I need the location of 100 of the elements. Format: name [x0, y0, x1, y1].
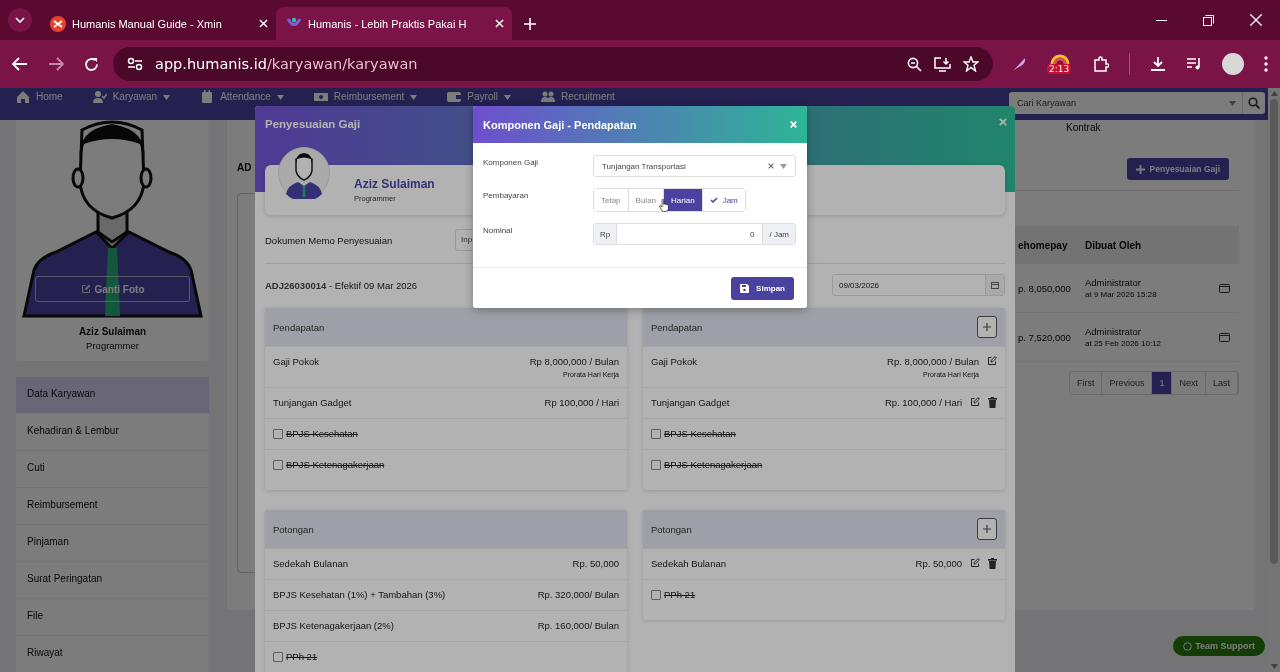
minimize-icon[interactable] [1156, 19, 1167, 21]
search-field[interactable]: Cari Karyawan [1009, 92, 1265, 114]
new-tab-icon[interactable] [524, 18, 536, 30]
team-support-button[interactable]: Team Support [1173, 636, 1265, 656]
hand-cursor-icon [659, 199, 670, 212]
table-cell-text: p. 8,050,000 [1018, 282, 1072, 294]
star-icon[interactable] [963, 56, 979, 72]
chat-icon [1183, 641, 1193, 651]
folder-icon[interactable] [1219, 283, 1230, 293]
edit-icon[interactable] [987, 356, 997, 366]
item-name: BPJS Ketenagakerjaan [664, 459, 763, 470]
nav-link[interactable]: Karyawan [92, 90, 171, 104]
amount-text: Rp. 160,000/ Bulan [537, 620, 619, 631]
add-button[interactable] [977, 518, 997, 540]
item-name: Sedekah Bulanan [651, 558, 726, 569]
checkbox[interactable] [273, 459, 283, 470]
close-icon[interactable] [1250, 14, 1262, 26]
edit-icon[interactable] [970, 397, 980, 407]
change-photo-button[interactable]: Ganti Foto [35, 276, 190, 302]
nav-icon [16, 90, 30, 104]
close-icon [259, 19, 268, 28]
caret-icon [1229, 100, 1236, 106]
edit-icon[interactable] [970, 558, 980, 568]
add-adjustment-button[interactable]: Penyesuaian Gaji [1126, 158, 1229, 180]
checkbox[interactable] [273, 428, 283, 439]
scrollbar[interactable] [1268, 88, 1280, 672]
sidebar-item[interactable]: Pinjaman [16, 525, 209, 562]
sidebar-item[interactable]: Cuti [16, 451, 209, 488]
column-header: ehomepay [1018, 239, 1069, 251]
sidebar-item[interactable]: File [16, 599, 209, 636]
sidebar-item[interactable]: Data Karyawan [16, 377, 209, 414]
segment-button[interactable]: Jam [701, 189, 745, 211]
timestamp: at 9 Mar 2026 15:28 [1085, 290, 1158, 299]
restore-icon[interactable] [1203, 14, 1214, 26]
browser-tab[interactable]: Humanis Manual Guide - Xmin [40, 7, 276, 40]
item-name: Gaji Pokok [651, 356, 697, 367]
save-icon [740, 284, 750, 293]
address-bar[interactable]: app.humanis.id/karyawan/karyawan [113, 47, 993, 81]
plus-icon [983, 323, 991, 331]
contract-tab[interactable]: Kontrak [1066, 120, 1101, 133]
add-button[interactable] [977, 316, 997, 338]
chevron-down-icon [15, 17, 25, 23]
zoom-icon[interactable] [907, 56, 922, 72]
caret-icon [780, 163, 787, 169]
date-field[interactable]: 09/03/2026 [832, 274, 1005, 296]
item-name: PPh 21 [286, 651, 318, 662]
checkbox[interactable] [651, 459, 661, 470]
sidebar-item[interactable]: Surat Peringatan [16, 562, 209, 599]
item-name: Sedekah Bulanan [273, 558, 348, 569]
nav-link[interactable]: Payroll [447, 90, 511, 104]
search-icon[interactable] [1248, 97, 1260, 109]
folder-icon[interactable] [1219, 332, 1230, 342]
employee-name: Aziz Sulaiman [77, 326, 148, 337]
amount-text: Rp. 50,000 [572, 558, 619, 569]
adjustment-summary: ADJ26030014 - Efektif 09 Mar 2026 [265, 279, 419, 291]
checkbox[interactable] [651, 589, 661, 600]
field-label: Pembayaran [483, 190, 530, 202]
item-name: Gaji Pokok [273, 356, 319, 367]
download-icon[interactable] [1150, 56, 1166, 72]
page-link[interactable]: First [1069, 372, 1103, 394]
nav-link[interactable]: Home [16, 90, 63, 104]
nav-link[interactable]: Attendance [200, 90, 284, 104]
site-info-icon[interactable] [127, 57, 143, 71]
browser-tab[interactable]: Humanis - Lebih Praktis Pakai H [276, 7, 512, 40]
section-title: Pendapatan [273, 321, 325, 333]
plus-icon [1135, 164, 1145, 174]
page-link[interactable]: Next [1172, 372, 1206, 394]
install-icon[interactable] [934, 56, 951, 72]
profile-avatar[interactable] [1222, 53, 1244, 75]
amount-text: Rp 8,000,000 / Bulan [529, 356, 619, 367]
delete-icon[interactable] [988, 397, 997, 408]
section-title: Pendapatan [651, 321, 703, 333]
tab-search-button[interactable] [8, 8, 32, 32]
reload-icon[interactable] [84, 56, 99, 72]
field-label: Dokumen Memo Penyesuaian [265, 234, 394, 246]
section-title: Potongan [273, 523, 314, 535]
record-heading: AD [237, 162, 252, 173]
puzzle-icon[interactable] [1093, 56, 1109, 72]
clear-icon[interactable] [768, 163, 774, 169]
back-icon[interactable] [12, 57, 28, 71]
sidebar-item[interactable]: Riwayat [16, 636, 209, 672]
feather-icon[interactable] [1011, 56, 1027, 72]
sidebar-item[interactable]: Kehadiran & Lembur [16, 414, 209, 451]
forward-icon[interactable] [48, 57, 64, 71]
sidebar-item[interactable]: Reimbursement [16, 488, 209, 525]
checkbox[interactable] [651, 428, 661, 439]
checkbox[interactable] [273, 651, 283, 662]
delete-icon[interactable] [988, 558, 997, 569]
check-icon [709, 197, 718, 203]
nav-link[interactable]: Reimbursement [313, 90, 418, 104]
save-button[interactable]: Simpan [731, 277, 794, 300]
timestamp: at 25 Feb 2026 10:12 [1085, 339, 1163, 348]
column-header: Dibuat Oleh [1085, 239, 1143, 251]
media-icon[interactable] [1186, 57, 1202, 71]
nav-link[interactable]: Recruitment [540, 90, 615, 104]
page-link[interactable]: 1 [1152, 372, 1173, 394]
page-link[interactable]: Last [1206, 372, 1238, 394]
select-field[interactable]: Tunjangan Transportasi [593, 155, 796, 177]
menu-icon[interactable] [1264, 56, 1268, 72]
item-name: PPh 21 [664, 589, 696, 600]
